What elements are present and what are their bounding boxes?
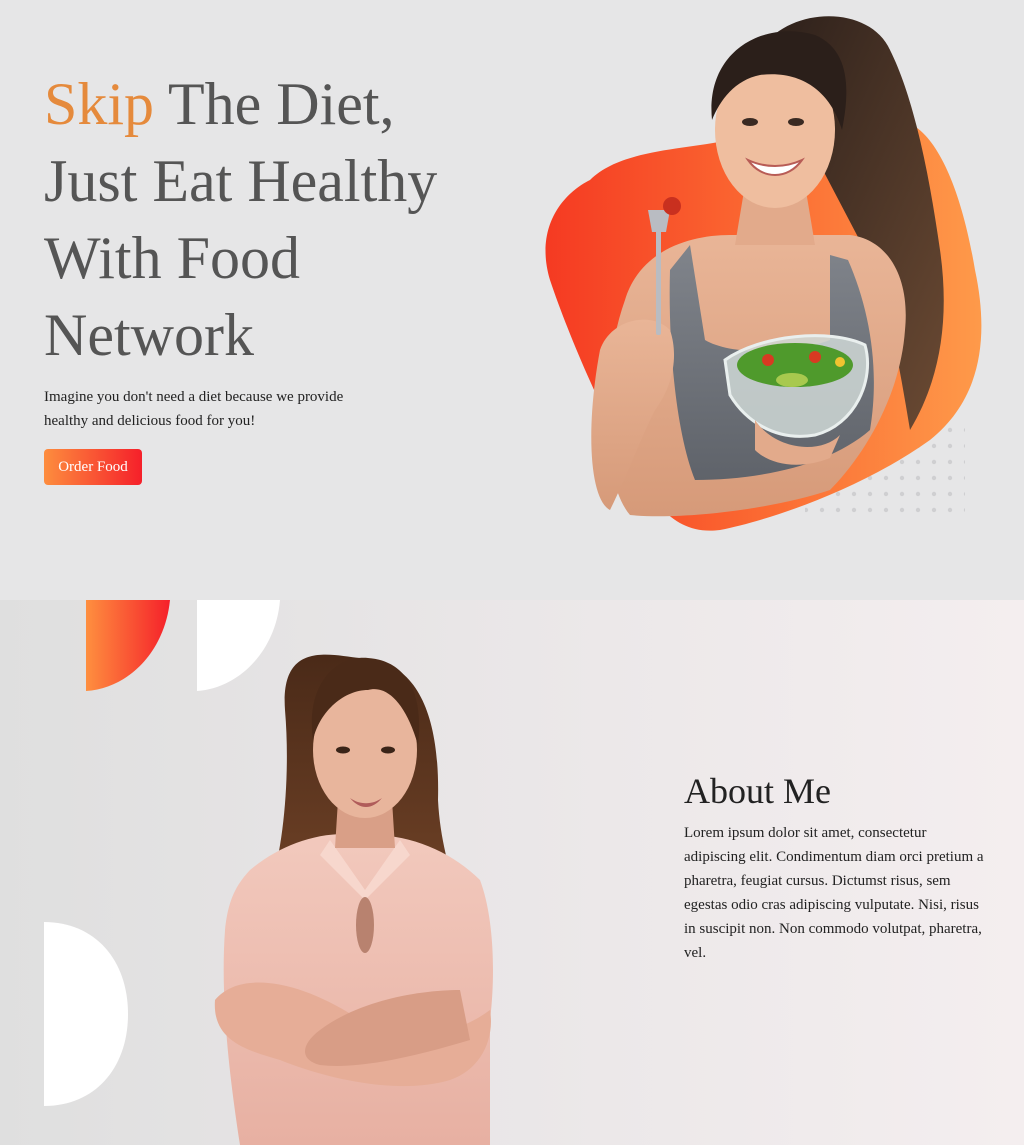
fork-handle <box>656 225 661 335</box>
salad-tomato-2 <box>809 351 821 363</box>
hero-title: Skip The Diet, Just Eat Healthy With Foo… <box>44 66 484 374</box>
salad-avocado <box>776 373 808 387</box>
white-half-circle-shape <box>44 922 128 1106</box>
keyhole-shape <box>356 897 374 953</box>
order-food-button[interactable]: Order Food <box>44 449 142 485</box>
hero-title-accent: Skip <box>44 71 155 137</box>
eye2-right <box>381 746 395 754</box>
tomato-on-fork <box>663 197 681 215</box>
eye-right <box>788 118 804 126</box>
about-section: About Me Lorem ipsum dolor sit amet, con… <box>0 600 1024 1145</box>
eye-left <box>742 118 758 126</box>
hero-subtitle: Imagine you don't need a diet because we… <box>44 389 344 429</box>
eye2-left <box>336 746 350 754</box>
salad-tomato-1 <box>762 354 774 366</box>
about-heading: About Me <box>684 771 831 811</box>
hero-illustration <box>545 16 982 531</box>
white-quarter-shape <box>197 600 280 691</box>
hero-section: Skip The Diet, Just Eat Healthy With Foo… <box>0 0 1024 600</box>
about-illustration <box>44 600 493 1145</box>
about-body-text: Lorem ipsum dolor sit amet, consectetur … <box>684 825 984 961</box>
orange-quarter-shape <box>86 600 170 691</box>
salad-corn <box>835 357 845 367</box>
